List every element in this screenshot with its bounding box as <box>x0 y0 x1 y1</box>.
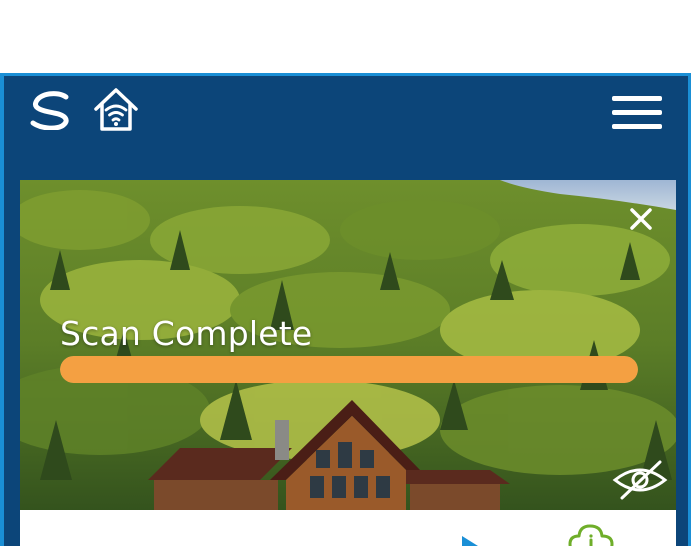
menu-bar-middle <box>612 110 662 115</box>
cloud-info-icon[interactable] <box>568 518 614 546</box>
swirl-logo-icon[interactable] <box>26 90 78 130</box>
scan-hero-card: Scan Complete <box>20 180 676 510</box>
app-header <box>4 76 688 172</box>
scan-progress-bar <box>60 356 638 383</box>
scan-complete-title: Scan Complete <box>60 314 313 353</box>
hamburger-menu-icon[interactable] <box>608 94 666 132</box>
app-container: Scan Complete <box>4 76 688 546</box>
close-icon[interactable] <box>624 202 658 236</box>
menu-bar-top <box>612 96 662 101</box>
app-frame: Scan Complete <box>0 73 691 546</box>
play-icon[interactable] <box>462 536 478 546</box>
bottom-panel <box>20 510 676 546</box>
eye-slash-icon[interactable] <box>610 458 670 502</box>
menu-bar-bottom <box>612 124 662 129</box>
page: Scan Complete <box>0 0 691 546</box>
scan-progress-fill <box>60 356 638 383</box>
home-wifi-icon[interactable] <box>92 85 140 135</box>
